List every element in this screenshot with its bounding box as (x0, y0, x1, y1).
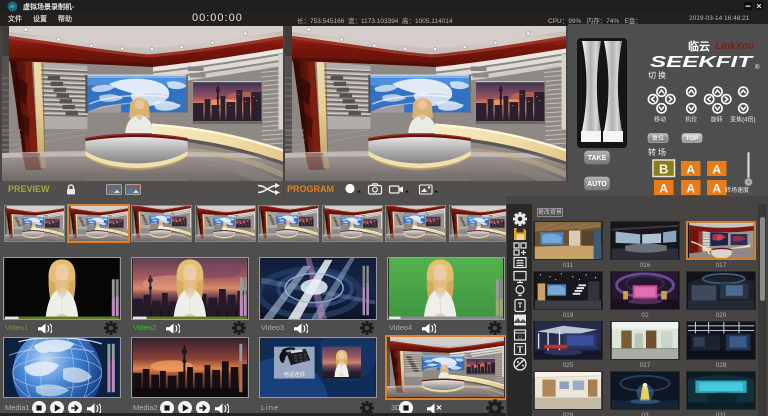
svg-text:A: A (659, 182, 668, 196)
svg-text:变焦(4倍): 变焦(4倍) (730, 116, 755, 124)
svg-text:转场速度: 转场速度 (725, 186, 749, 194)
svg-text:切换: 切换 (648, 70, 668, 80)
svg-text:AUTO: AUTO (587, 181, 607, 188)
svg-text:®: ® (755, 64, 760, 71)
svg-text:电话连线: 电话连线 (284, 370, 306, 378)
svg-text:转场: 转场 (648, 147, 668, 157)
svg-text:TOP: TOP (686, 136, 698, 142)
svg-text:A: A (686, 182, 695, 196)
svg-text:TAKE: TAKE (588, 155, 607, 162)
svg-text:主持人: 主持人 (334, 370, 351, 378)
svg-text:SEEKFIT: SEEKFIT (650, 54, 754, 71)
svg-text:T: T (517, 345, 523, 355)
svg-text:旋转: 旋转 (711, 116, 723, 124)
svg-text:移动: 移动 (654, 116, 666, 124)
svg-text:A: A (686, 163, 695, 177)
svg-text:机位: 机位 (685, 116, 697, 124)
svg-text:LinkYou: LinkYou (715, 41, 754, 52)
svg-text:临云: 临云 (688, 39, 710, 53)
svg-text:A: A (712, 182, 721, 196)
svg-text:B: B (659, 162, 668, 177)
svg-text:A: A (712, 163, 721, 177)
svg-text:复位: 复位 (652, 134, 664, 142)
